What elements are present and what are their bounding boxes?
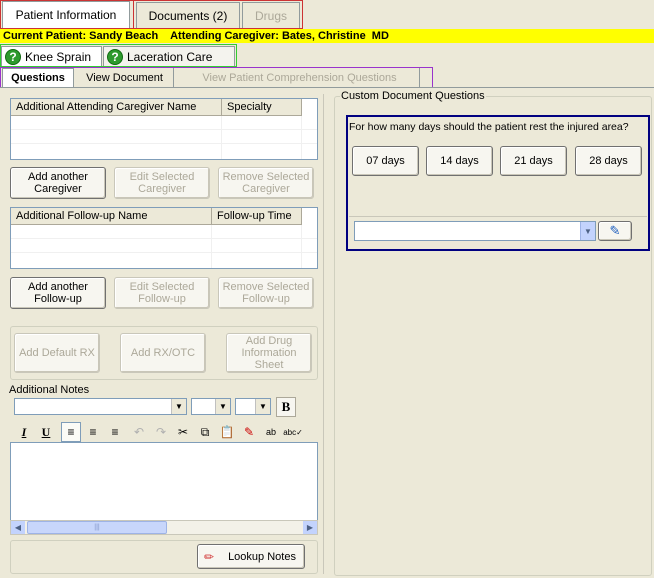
question-icon: ? — [107, 49, 123, 65]
tab-patient-information[interactable]: Patient Information — [2, 1, 130, 28]
chevron-down-icon: ▼ — [255, 399, 270, 414]
answer-separator — [349, 216, 647, 217]
replace-icon[interactable]: ab — [261, 422, 281, 442]
chevron-down-icon: ▼ — [215, 399, 230, 414]
align-center-icon[interactable]: ≡ — [83, 422, 103, 442]
question-icon: ? — [5, 49, 21, 65]
tab-view-patient-comprehension-questions[interactable]: View Patient Comprehension Questions — [180, 68, 420, 87]
italic-button[interactable]: I — [14, 422, 34, 442]
font-size-select[interactable]: ▼ — [191, 398, 231, 415]
edit-caregiver-button[interactable]: Edit Selected Caregiver — [114, 167, 210, 199]
scroll-right-icon[interactable]: ▶ — [303, 521, 317, 534]
answer-select[interactable]: ▼ — [354, 221, 596, 241]
answer-21-days-button[interactable]: 21 days — [500, 146, 567, 176]
format-brush-icon[interactable]: ✎ — [239, 422, 259, 442]
underline-button[interactable]: U — [36, 422, 56, 442]
followup-grid[interactable]: Additional Follow-up Name Follow-up Time — [10, 207, 318, 269]
attending-caregiver-text: Attending Caregiver: Bates, Christine MD — [170, 30, 389, 42]
lookup-notes-button[interactable]: ✏ Lookup Notes — [197, 544, 305, 569]
tab-laceration-care[interactable]: ? Laceration Care — [103, 46, 235, 67]
font-color-select[interactable]: ▼ — [235, 398, 271, 415]
chevron-down-icon: ▼ — [580, 222, 595, 240]
caregiver-name-column-header[interactable]: Additional Attending Caregiver Name — [11, 99, 222, 116]
bold-button[interactable]: B — [276, 397, 296, 417]
followup-name-column-header[interactable]: Additional Follow-up Name — [11, 208, 212, 225]
caregiver-grid[interactable]: Additional Attending Caregiver Name Spec… — [10, 98, 318, 160]
top-tab-bar: Patient Information Documents (2) Drugs — [0, 0, 654, 28]
cut-icon[interactable]: ✂ — [173, 422, 193, 442]
edit-answer-button[interactable]: ✎ — [598, 221, 632, 241]
specialty-column-header[interactable]: Specialty — [222, 99, 302, 116]
add-caregiver-button[interactable]: Add another Caregiver — [10, 167, 106, 199]
followup-time-column-header[interactable]: Follow-up Time — [212, 208, 302, 225]
tab-view-document[interactable]: View Document — [76, 68, 174, 87]
patient-banner: Current Patient: Sandy Beach Attending C… — [0, 29, 654, 43]
answer-07-days-button[interactable]: 07 days — [352, 146, 419, 176]
tab-questions[interactable]: Questions — [2, 68, 74, 87]
scroll-left-icon[interactable]: ◀ — [11, 521, 25, 534]
question-text: For how many days should the patient res… — [349, 121, 629, 133]
tab-laceration-care-label: Laceration Care — [127, 50, 213, 64]
add-drug-information-sheet-button[interactable]: Add Drug Information Sheet — [226, 333, 312, 373]
lookup-notes-label: Lookup Notes — [228, 550, 296, 563]
add-rx-otc-button[interactable]: Add RX/OTC — [120, 333, 206, 373]
pencil-icon: ✎ — [609, 223, 621, 238]
tab-documents[interactable]: Documents (2) — [136, 2, 240, 28]
tab-drugs[interactable]: Drugs — [242, 2, 300, 28]
chevron-down-icon: ▼ — [171, 399, 186, 414]
notes-horizontal-scrollbar[interactable]: ◀ ||| ▶ — [10, 520, 318, 535]
redo-icon[interactable]: ↷ — [151, 422, 171, 442]
align-left-icon[interactable]: ≡ — [61, 422, 81, 442]
additional-notes-label: Additional Notes — [9, 384, 90, 396]
answer-14-days-button[interactable]: 14 days — [426, 146, 493, 176]
edit-followup-button[interactable]: Edit Selected Follow-up — [114, 277, 210, 309]
lookup-icon: ✏ — [204, 549, 215, 564]
undo-icon[interactable]: ↶ — [129, 422, 149, 442]
spellcheck-icon[interactable]: abc✓ — [283, 422, 303, 442]
font-name-select[interactable]: ▼ — [14, 398, 187, 415]
tab-knee-sprain[interactable]: ? Knee Sprain — [1, 46, 102, 67]
paste-icon[interactable]: 📋 — [217, 422, 237, 442]
copy-icon[interactable]: ⧉ — [195, 422, 215, 442]
align-right-icon[interactable]: ≡ — [105, 422, 125, 442]
add-default-rx-button[interactable]: Add Default RX — [14, 333, 100, 373]
custom-questions-group-label: Custom Document Questions — [340, 90, 486, 102]
add-followup-button[interactable]: Add another Follow-up — [10, 277, 106, 309]
remove-followup-button[interactable]: Remove Selected Follow-up — [218, 277, 314, 309]
current-patient-text: Current Patient: Sandy Beach — [3, 30, 159, 42]
remove-caregiver-button[interactable]: Remove Selected Caregiver — [218, 167, 314, 199]
tab-knee-sprain-label: Knee Sprain — [25, 50, 92, 64]
answer-28-days-button[interactable]: 28 days — [575, 146, 642, 176]
scrollbar-thumb[interactable]: ||| — [27, 521, 167, 534]
